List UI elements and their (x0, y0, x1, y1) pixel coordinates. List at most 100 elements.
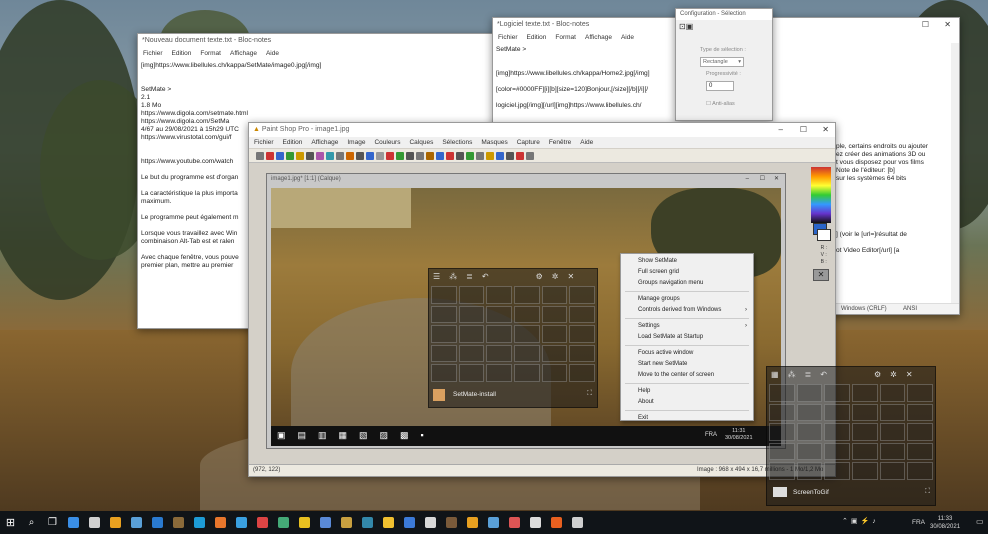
tool-icon[interactable] (296, 152, 304, 160)
taskbar-app-icon[interactable] (273, 511, 294, 534)
grid-cell[interactable] (796, 442, 823, 461)
maximize-icon[interactable]: ☐ (922, 18, 929, 32)
menu-affichage[interactable]: Affichage (230, 50, 257, 57)
grid-cell[interactable] (907, 462, 933, 480)
grid-cell[interactable] (569, 305, 595, 324)
menu-aide[interactable]: Aide (621, 34, 634, 41)
grid-cell[interactable] (431, 344, 457, 363)
grid-cell[interactable] (513, 325, 540, 343)
grid-cell[interactable] (851, 403, 878, 422)
tool-icon[interactable] (306, 152, 314, 160)
image-minimize-icon[interactable]: – (746, 174, 749, 185)
tool-icon[interactable] (286, 152, 294, 160)
grid-cell[interactable] (486, 305, 512, 324)
tree-icon[interactable]: ⁂ (788, 370, 796, 379)
tool-icon[interactable] (396, 152, 404, 160)
tool-icon[interactable] (266, 152, 274, 160)
text-area[interactable]: SetMate > [img]https://www.libellules.ch/… (493, 43, 673, 113)
undo-icon[interactable]: ↶ (820, 370, 827, 379)
gear-icon[interactable]: ✲ (890, 370, 897, 379)
grid-cell[interactable] (486, 325, 512, 343)
grid-cell[interactable] (769, 462, 795, 480)
taskbar-app-icon[interactable] (420, 511, 441, 534)
grid-cell[interactable] (907, 403, 933, 422)
grid-cell[interactable] (431, 325, 457, 343)
tool-icon[interactable] (256, 152, 264, 160)
close-icon[interactable]: ✕ (822, 123, 829, 137)
tool-icon[interactable] (506, 152, 514, 160)
tool-icon[interactable] (376, 152, 384, 160)
tool-icon[interactable] (276, 152, 284, 160)
tool-icon[interactable] (526, 152, 534, 160)
setmate-grid-small[interactable]: ☰ ⁂ ≣ ↶ ⚙ ✲ ✕ SetMate-install ⛶ (428, 268, 598, 408)
grid-cell[interactable] (879, 403, 906, 422)
grid-cell[interactable] (458, 305, 485, 324)
texture-swatch[interactable]: ✕ (813, 269, 829, 281)
grid-cell[interactable] (458, 325, 485, 343)
menu-edition[interactable]: Edition (527, 34, 547, 41)
taskbar-app-icon[interactable] (399, 511, 420, 534)
taskbar-app-icon[interactable] (462, 511, 483, 534)
menu-aide[interactable]: Aide (266, 50, 279, 57)
grid-cell[interactable] (541, 286, 568, 304)
tool-icon[interactable] (416, 152, 424, 160)
taskbar-app-icon[interactable] (378, 511, 399, 534)
tree-icon[interactable]: ⁂ (449, 272, 457, 281)
selection-type-select[interactable]: Rectangle ▾ (700, 57, 744, 67)
tray-icons[interactable]: ⌃▣⚡♪ (842, 517, 879, 525)
grid-cell[interactable] (907, 423, 933, 441)
maximize-icon[interactable]: ☐ (800, 123, 807, 137)
grid-cell[interactable] (569, 364, 595, 382)
grid-cell[interactable] (458, 344, 485, 363)
taskbar-app-icon[interactable] (63, 511, 84, 534)
grid-cell[interactable] (824, 403, 850, 422)
tool-icon[interactable] (486, 152, 494, 160)
grid-cell[interactable] (458, 364, 485, 382)
grid-cell[interactable] (824, 384, 850, 402)
taskbar-app-icon[interactable] (147, 511, 168, 534)
context-menu-item[interactable]: Manage groups (621, 294, 753, 305)
grid-cell[interactable] (851, 384, 878, 402)
taskbar-app-icon[interactable] (189, 511, 210, 534)
expand-icon[interactable]: ⛶ (587, 390, 592, 398)
close-icon[interactable]: ✕ (906, 370, 913, 379)
grid-cell[interactable] (851, 462, 878, 480)
grid-cell[interactable] (907, 442, 933, 461)
image-close-icon[interactable]: ✕ (774, 174, 779, 185)
grid-cell[interactable] (796, 384, 823, 402)
taskbar-app-icon[interactable] (105, 511, 126, 534)
context-menu-item[interactable]: Show SetMate (621, 256, 753, 267)
context-menu-item[interactable]: Move to the center of screen (621, 370, 753, 381)
context-menu-item[interactable]: About (621, 397, 753, 408)
grid-cell[interactable] (541, 325, 568, 343)
menu-item[interactable]: Calques (409, 139, 433, 146)
grid-cell[interactable] (513, 344, 540, 363)
grid-cell[interactable] (796, 423, 823, 441)
undo-icon[interactable]: ↶ (482, 272, 489, 281)
grid-cell[interactable] (486, 344, 512, 363)
color-palette[interactable] (811, 167, 831, 223)
grid-cell[interactable] (541, 344, 568, 363)
list-icon[interactable]: ≣ (466, 272, 473, 281)
settings-icon[interactable]: ⚙ (874, 370, 881, 379)
menu-format[interactable]: Format (200, 50, 221, 57)
menu-format[interactable]: Format (555, 34, 576, 41)
context-menu-item[interactable]: Load SetMate at Startup (621, 332, 753, 343)
clock[interactable]: 11:33 30/08/2021 (930, 515, 960, 531)
grid-cell[interactable] (431, 286, 457, 304)
grid-cell[interactable] (458, 286, 485, 304)
menu-item[interactable]: Aide (580, 139, 593, 146)
grid-cell[interactable] (431, 305, 457, 324)
menu-icon[interactable]: ☰ (433, 272, 440, 281)
context-menu-item[interactable]: Exit (621, 413, 753, 424)
taskbar-app-icon[interactable] (483, 511, 504, 534)
taskbar-app-icon[interactable] (357, 511, 378, 534)
context-menu-item[interactable]: Full screen grid (621, 267, 753, 278)
grid-cell[interactable] (907, 384, 933, 402)
tool-icon[interactable] (456, 152, 464, 160)
menu-icon[interactable]: ▦ (771, 370, 779, 379)
grid-cell[interactable] (513, 286, 540, 304)
grid-cell[interactable] (486, 286, 512, 304)
taskbar-app-icon[interactable] (168, 511, 189, 534)
tray-lang[interactable]: FRA (912, 519, 925, 526)
